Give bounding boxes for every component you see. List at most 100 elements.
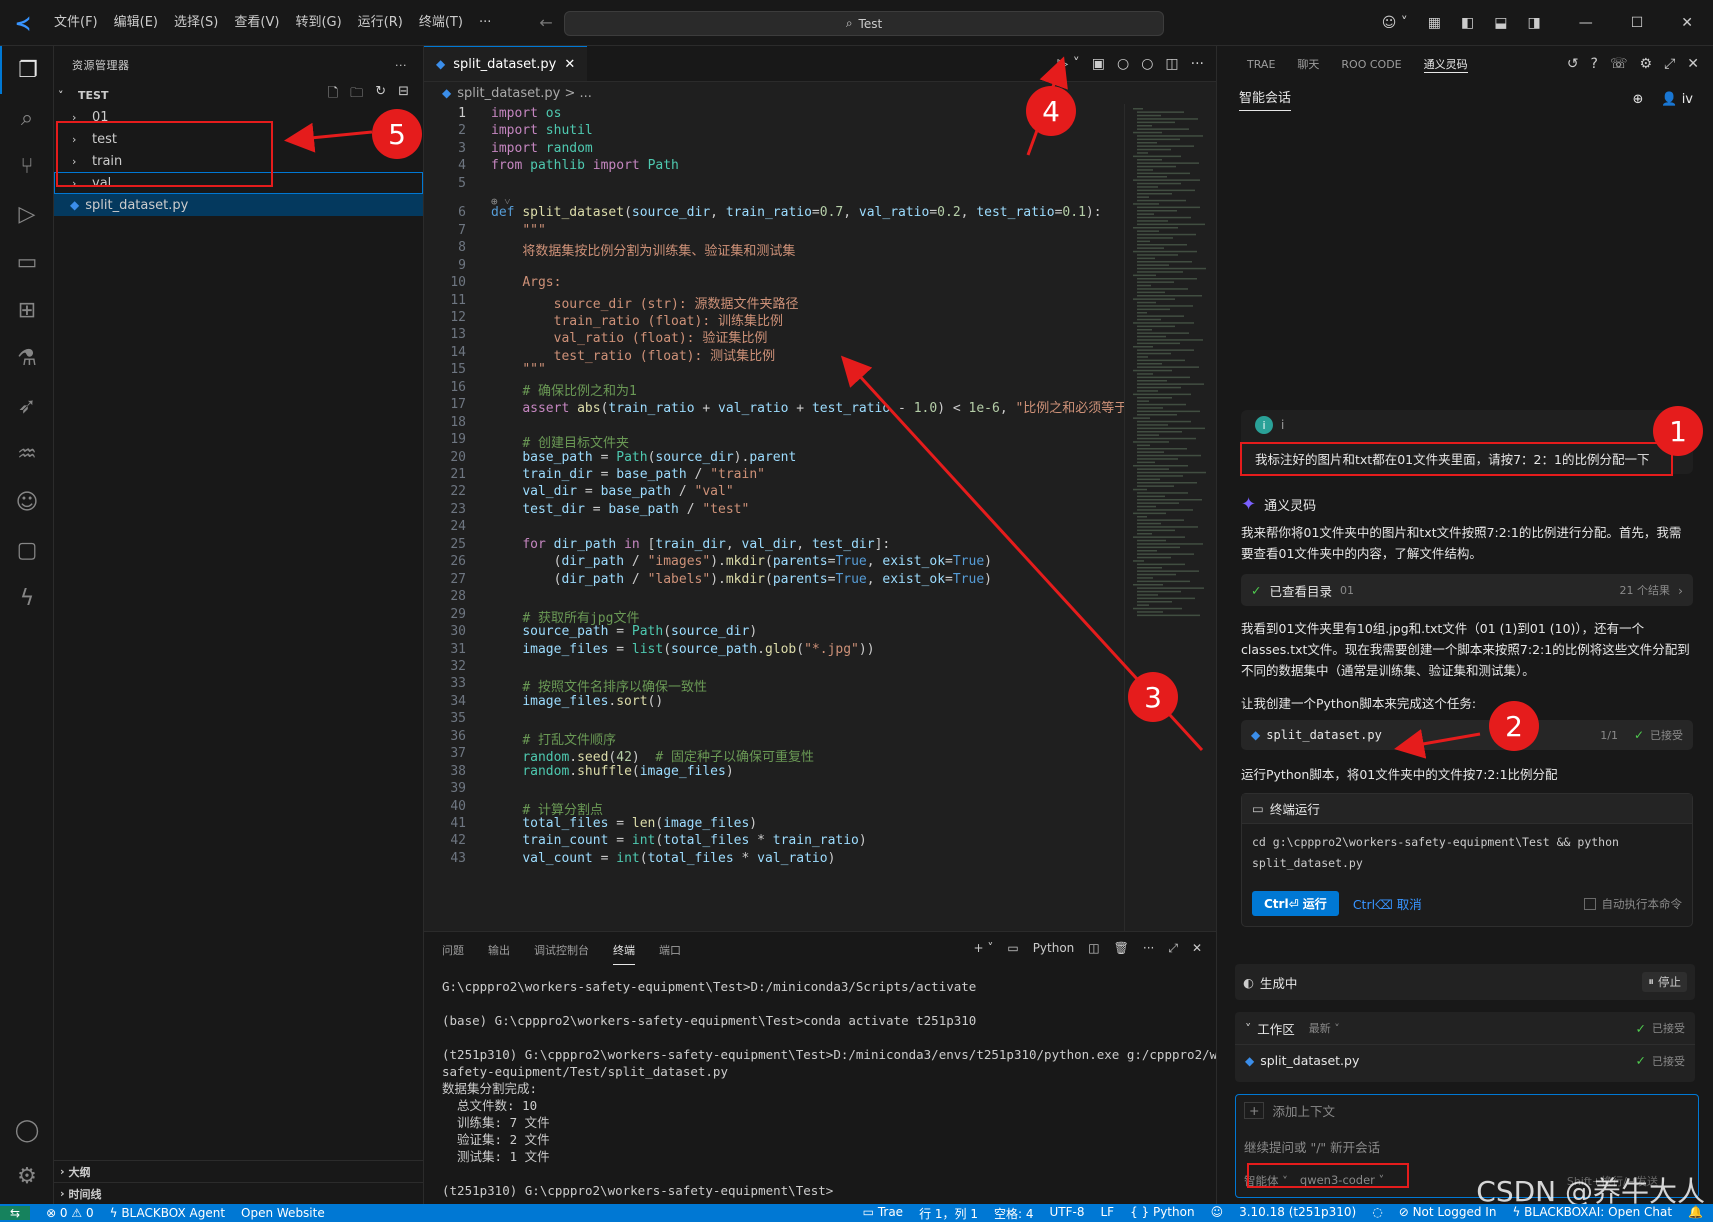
user-icon[interactable]: 👤 iv bbox=[1661, 92, 1693, 107]
minimize-icon[interactable]: — bbox=[1579, 15, 1593, 31]
notifications-icon[interactable]: 🔔 bbox=[1688, 1205, 1703, 1222]
code-line[interactable]: val_ratio (float): 验证集比例 bbox=[491, 327, 768, 346]
command-center[interactable]: ⌕ Test bbox=[564, 11, 1164, 36]
copilot-icon[interactable]: ☺ ˅ bbox=[1382, 15, 1408, 31]
chat-input-placeholder[interactable]: 继续提问或 "/" 新开会话 bbox=[1244, 1137, 1380, 1156]
tab-split-dataset[interactable]: ◆ split_dataset.py ✕ bbox=[424, 46, 588, 81]
menu-terminal[interactable]: 终端(T) bbox=[411, 0, 471, 46]
save-icon[interactable]: ▣ bbox=[1092, 56, 1105, 72]
sync-icon[interactable]: ◌ bbox=[1372, 1205, 1382, 1222]
code-line[interactable]: # 获取所有jpg文件 bbox=[491, 607, 639, 626]
outline-section[interactable]: › 大纲 bbox=[54, 1160, 423, 1182]
new-file-icon[interactable]: 🗋 bbox=[328, 84, 338, 106]
code-line[interactable]: random.shuffle(image_files) bbox=[491, 764, 733, 779]
timeline-section[interactable]: › 时间线 bbox=[54, 1182, 423, 1204]
new-folder-icon[interactable]: 🗀 bbox=[350, 84, 363, 106]
code-line[interactable]: (dir_path / "images").mkdir(parents=True… bbox=[491, 554, 992, 569]
explorer-icon[interactable]: ❐ bbox=[0, 46, 54, 94]
tab-output[interactable]: 输出 bbox=[488, 942, 510, 958]
file-change-row[interactable]: ◆ split_dataset.py 1/1 ✓ 已接受 bbox=[1241, 720, 1693, 750]
menu-go[interactable]: 转到(G) bbox=[287, 0, 349, 46]
code-line[interactable]: val_count = int(total_files * val_ratio) bbox=[491, 851, 835, 866]
code-line[interactable]: source_dir (str): 源数据文件夹路径 bbox=[491, 293, 799, 312]
code-line[interactable]: # 创建目标文件夹 bbox=[491, 432, 629, 451]
settings-gear-icon[interactable]: ⚙ bbox=[0, 1152, 54, 1200]
terminal-shell-label[interactable]: Python bbox=[1033, 941, 1075, 956]
auto-exec-checkbox[interactable]: 自动执行本命令 bbox=[1583, 896, 1682, 912]
circle-icon[interactable]: ○ bbox=[1141, 56, 1153, 72]
python-interpreter[interactable]: 3.10.18 (t251p310) bbox=[1239, 1205, 1356, 1222]
maximize-icon[interactable]: ⤢ bbox=[1664, 56, 1675, 72]
close-tab-icon[interactable]: ✕ bbox=[564, 57, 575, 72]
tab-problems[interactable]: 问题 bbox=[442, 942, 464, 958]
maximize-panel-icon[interactable]: ⤢ bbox=[1168, 941, 1178, 956]
problems-indicator[interactable]: ⊗ 0 ⚠ 0 bbox=[46, 1206, 94, 1220]
cursor-position[interactable]: 行 1，列 1 bbox=[919, 1205, 978, 1222]
split-terminal-icon[interactable]: ◫ bbox=[1088, 941, 1099, 956]
trae-status[interactable]: ▭ Trae bbox=[863, 1205, 903, 1222]
blackbox-chat[interactable]: ϟ BLACKBOXAI: Open Chat bbox=[1512, 1205, 1672, 1222]
code-line[interactable]: Args: bbox=[491, 275, 561, 290]
close-icon[interactable]: ✕ bbox=[1687, 56, 1699, 72]
cancel-command-button[interactable]: Ctrl⌫ 取消 bbox=[1353, 894, 1422, 913]
menu-view[interactable]: 查看(V) bbox=[226, 0, 287, 46]
language-mode[interactable]: { } Python bbox=[1130, 1205, 1195, 1222]
breadcrumb-path[interactable]: split_dataset.py > ... bbox=[457, 86, 592, 101]
code-line[interactable]: for dir_path in [train_dir, val_dir, tes… bbox=[491, 537, 890, 552]
add-context-label[interactable]: 添加上下文 bbox=[1272, 1101, 1335, 1120]
copilot-status-icon[interactable]: ☺ bbox=[1211, 1205, 1224, 1222]
code-line[interactable]: random.seed(42) # 固定种子以确保可重复性 bbox=[491, 746, 814, 765]
testing-icon[interactable]: ⚗ bbox=[0, 334, 54, 382]
tab-roo-code[interactable]: ROO CODE bbox=[1341, 58, 1401, 71]
chevron-down-icon[interactable]: ˅ bbox=[1245, 1021, 1251, 1036]
stop-button[interactable]: ⏸ 停止 bbox=[1642, 972, 1687, 992]
lightning-icon[interactable]: ϟ bbox=[0, 574, 54, 622]
feedback-icon[interactable]: ☏ bbox=[1610, 56, 1628, 72]
code-line[interactable]: from pathlib import Path bbox=[491, 158, 679, 173]
account-icon[interactable]: ◯ bbox=[0, 1106, 54, 1154]
more-actions-icon[interactable]: ··· bbox=[395, 59, 407, 72]
toggle-secondary-sidebar-icon[interactable]: ◨ bbox=[1527, 15, 1540, 31]
code-line[interactable]: image_files = list(source_path.glob("*.j… bbox=[491, 642, 874, 657]
code-line[interactable]: # 按照文件名排序以确保一致性 bbox=[491, 676, 707, 695]
menu-edit[interactable]: 编辑(E) bbox=[106, 0, 166, 46]
remote-indicator-icon[interactable]: ⇆ bbox=[0, 1206, 31, 1220]
tab-debug-console[interactable]: 调试控制台 bbox=[534, 942, 589, 958]
login-status[interactable]: ⊘ Not Logged In bbox=[1399, 1205, 1497, 1222]
back-arrow-icon[interactable]: ← bbox=[539, 13, 552, 32]
roo-code-icon[interactable]: ➶ bbox=[0, 382, 54, 430]
collapse-all-icon[interactable]: ⊟ bbox=[398, 84, 409, 106]
tool-call-row[interactable]: ✓ 已查看目录 01 21 个结果 › bbox=[1241, 574, 1693, 606]
run-command-button[interactable]: Ctrl⏎ 运行 bbox=[1252, 891, 1339, 916]
file-split-dataset[interactable]: ◆ split_dataset.py bbox=[54, 194, 423, 216]
code-line[interactable]: """ bbox=[491, 362, 545, 377]
code-line[interactable]: test_dir = base_path / "test" bbox=[491, 502, 749, 517]
extensions-icon[interactable]: ⊞ bbox=[0, 286, 54, 334]
open-website-link[interactable]: Open Website bbox=[241, 1206, 325, 1220]
code-line[interactable]: # 计算分割点 bbox=[491, 799, 603, 818]
code-line[interactable]: source_path = Path(source_dir) bbox=[491, 624, 757, 639]
help-icon[interactable]: ? bbox=[1591, 56, 1598, 72]
new-terminal-icon[interactable]: + ˅ bbox=[973, 941, 993, 956]
refresh-icon[interactable]: ↻ bbox=[375, 84, 386, 106]
chat-icon[interactable]: ▢ bbox=[0, 526, 54, 574]
code-line[interactable]: base_path = Path(source_dir).parent bbox=[491, 450, 796, 465]
tab-terminal[interactable]: 终端 bbox=[613, 942, 635, 965]
menu-file[interactable]: 文件(F) bbox=[46, 0, 106, 46]
code-line[interactable]: val_dir = base_path / "val" bbox=[491, 484, 733, 499]
code-line[interactable]: 将数据集按比例分割为训练集、验证集和测试集 bbox=[491, 240, 795, 259]
more-actions-icon[interactable]: ··· bbox=[1143, 941, 1154, 956]
code-line[interactable]: assert abs(train_ratio + val_ratio + tes… bbox=[491, 397, 1124, 416]
tab-trae[interactable]: TRAE bbox=[1247, 58, 1275, 71]
code-line[interactable]: total_files = len(image_files) bbox=[491, 816, 757, 831]
code-line[interactable]: train_dir = base_path / "train" bbox=[491, 467, 765, 482]
code-line[interactable]: # 确保比例之和为1 bbox=[491, 380, 636, 399]
workspace-root[interactable]: ˅ TEST 🗋 🗀 ↻ ⊟ bbox=[54, 84, 423, 106]
layout-icon[interactable]: ▦ bbox=[1428, 15, 1441, 31]
docker-icon[interactable]: ♒ bbox=[0, 430, 54, 478]
add-context-icon[interactable]: + bbox=[1244, 1102, 1265, 1119]
code-area[interactable]: 1 import os 2 import shutil 3 import random 4 f… bbox=[424, 104, 1124, 931]
close-window-icon[interactable]: ✕ bbox=[1681, 15, 1693, 31]
code-line[interactable]: """ bbox=[491, 223, 545, 238]
minimap[interactable] bbox=[1124, 104, 1216, 931]
